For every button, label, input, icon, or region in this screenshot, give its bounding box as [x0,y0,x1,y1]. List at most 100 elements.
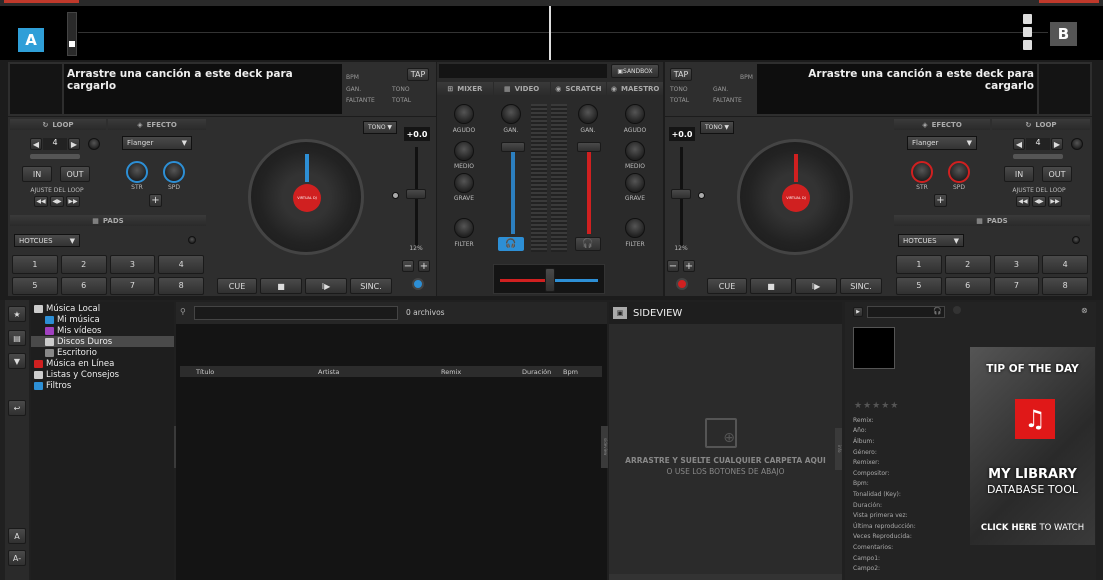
deck-b-pad[interactable]: 8 [1042,276,1088,295]
deck-a-effect-spd-knob[interactable] [163,161,185,183]
deck-b-effect-select[interactable]: Flanger ▼ [907,136,977,150]
star-icon[interactable]: ★ [8,306,26,322]
deck-a-volume-fader[interactable] [501,142,525,152]
deck-a-pad[interactable]: 5 [12,276,58,295]
deck-b-sync-button[interactable]: SINC. [840,278,882,294]
tip-of-the-day[interactable]: TIP OF THE DAY ♫ MY LIBRARY DATABASE TOO… [970,347,1095,545]
deck-a-pad[interactable]: 7 [109,276,156,295]
sideview-collapse-tab[interactable]: sideview [601,426,608,468]
deck-a-loop-settings-icon[interactable] [88,138,100,150]
deck-a-loop-half[interactable]: ◀◀ [34,196,48,207]
deck-a-pad[interactable]: 2 [60,255,107,274]
deck-b-effect-spd-knob[interactable] [948,161,970,183]
info-collapse-tab[interactable]: info [835,428,842,470]
deck-b-pads-options[interactable] [1072,236,1080,244]
deck-b-pad[interactable]: 4 [1042,255,1088,274]
tree-item-lists[interactable]: Listas y Consejos [31,369,174,380]
deck-a-loop-prev[interactable]: ◀ [30,138,42,150]
deck-b-cue-button[interactable]: CUE [707,278,747,294]
deck-a-pitch-slider[interactable] [406,189,426,199]
tree-item-filters[interactable]: Filtros [31,380,174,391]
deck-b-sync-led[interactable] [676,278,688,290]
deck-a-loop-out[interactable]: OUT [60,166,90,182]
deck-a-loop-next[interactable]: ▶ [68,138,80,150]
tab-video[interactable]: ▦ VIDEO [493,82,550,96]
deck-b-tap-button[interactable]: TAP [670,68,692,81]
deck-a-eq-mid-knob[interactable] [454,141,474,161]
deck-b-play-button[interactable]: I▶ [795,278,837,294]
deck-a-pad[interactable]: 3 [109,255,156,274]
deck-a-filter-knob[interactable] [454,218,474,238]
deck-b-loop-double[interactable]: ▶▶ [1048,196,1062,207]
deck-a-loop-double[interactable]: ▶▶ [66,196,80,207]
deck-a-cue-button[interactable]: CUE [217,278,257,294]
deck-a-jogwheel[interactable]: VIRTUAL DJ [248,139,364,255]
zoom-button-3[interactable] [1023,40,1032,50]
deck-a-effect-str-knob[interactable] [126,161,148,183]
deck-b-pad[interactable]: 5 [896,276,942,295]
deck-b-volume-fader[interactable] [577,142,601,152]
info-play-icon[interactable]: ▶ [853,307,863,317]
deck-a-add-effect[interactable]: + [149,194,162,207]
deck-a-sync-led[interactable] [412,278,424,290]
info-options-icon[interactable] [953,306,961,314]
zoom-button-1[interactable] [1023,14,1032,24]
deck-a-pitch-minus[interactable]: − [402,260,414,272]
deck-a-effect-select[interactable]: Flanger ▼ [122,136,192,150]
deck-b-eq-low-knob[interactable] [625,173,645,193]
deck-b-loop-in[interactable]: IN [1004,166,1034,182]
deck-b-loop-half[interactable]: ◀◀ [1016,196,1030,207]
deck-b-loop-prev[interactable]: ◀ [1013,138,1025,150]
deck-a-gain-knob[interactable] [501,104,521,124]
font-larger-button[interactable]: A [8,528,26,544]
deck-b-jogwheel[interactable]: VIRTUAL DJ [737,139,853,255]
deck-a-pad[interactable]: 6 [60,276,107,295]
deck-b-pitch-plus[interactable]: + [683,260,695,272]
tree-item-hard-drives[interactable]: Discos Duros [31,336,174,347]
folder-add-icon[interactable]: ▤ [8,330,26,346]
deck-b-pad[interactable]: 6 [944,276,991,295]
deck-b-pad[interactable]: 7 [993,276,1040,295]
deck-a-stop-button[interactable]: ■ [260,278,302,294]
col-bpm[interactable]: Bpm [563,368,593,376]
deck-a-pad[interactable]: 1 [12,255,58,274]
tree-item-my-videos[interactable]: Mis vídeos [31,325,174,336]
deck-a-pad[interactable]: 4 [158,255,204,274]
deck-a-pitch-plus[interactable]: + [418,260,430,272]
deck-a-loop-in[interactable]: IN [22,166,52,182]
zoom-button-2[interactable] [1023,27,1032,37]
deck-b-eq-mid-knob[interactable] [625,141,645,161]
deck-b-title[interactable]: Arrastre una canción a este deck para ca… [757,64,1037,114]
tree-item-my-music[interactable]: Mi música [31,314,174,325]
deck-b-gain-knob[interactable] [578,104,598,124]
deck-a-loop-move[interactable]: ◀▶ [50,196,64,207]
deck-a-eq-high-knob[interactable] [454,104,474,124]
deck-b-loop-settings-icon[interactable] [1071,138,1083,150]
deck-a-tap-button[interactable]: TAP [407,68,429,81]
info-preview-bar[interactable]: 🎧 [867,306,945,318]
tree-item-online[interactable]: Música en Línea [31,358,174,369]
tree-item-local[interactable]: Música Local [31,303,174,314]
deck-b-add-effect[interactable]: + [934,194,947,207]
tab-scratch[interactable]: ◉ SCRATCH [550,82,607,96]
deck-b-tono-button[interactable]: TONO ▼ [700,121,734,134]
sandbox-button[interactable]: ▣ SANDBOX [611,64,659,78]
deck-a-play-button[interactable]: I▶ [305,278,347,294]
deck-b-pitch-slider[interactable] [671,189,691,199]
deck-b-loop-out[interactable]: OUT [1042,166,1072,182]
close-icon[interactable]: ⊗ [1081,306,1088,315]
deck-a-title[interactable]: Arrastre una canción a este deck para ca… [64,64,342,114]
deck-a-pad[interactable]: 8 [158,276,204,295]
waveform-area[interactable]: A B [0,6,1103,60]
deck-a-pitch-reset[interactable] [392,192,399,199]
tab-maestro[interactable]: ◉ MAESTRO [607,82,663,96]
tree-item-desktop[interactable]: Escritorio [31,347,174,358]
tab-mixer[interactable]: ⊞ MIXER [437,82,493,96]
deck-b-pad[interactable]: 2 [944,255,991,274]
deck-b-pad[interactable]: 1 [896,255,942,274]
deck-a-headphone-button[interactable]: 🎧 [498,237,524,251]
back-icon[interactable]: ↩ [8,400,26,416]
deck-b-pitch-reset[interactable] [698,192,705,199]
deck-b-loop-move[interactable]: ◀▶ [1032,196,1046,207]
deck-b-filter-knob[interactable] [625,218,645,238]
